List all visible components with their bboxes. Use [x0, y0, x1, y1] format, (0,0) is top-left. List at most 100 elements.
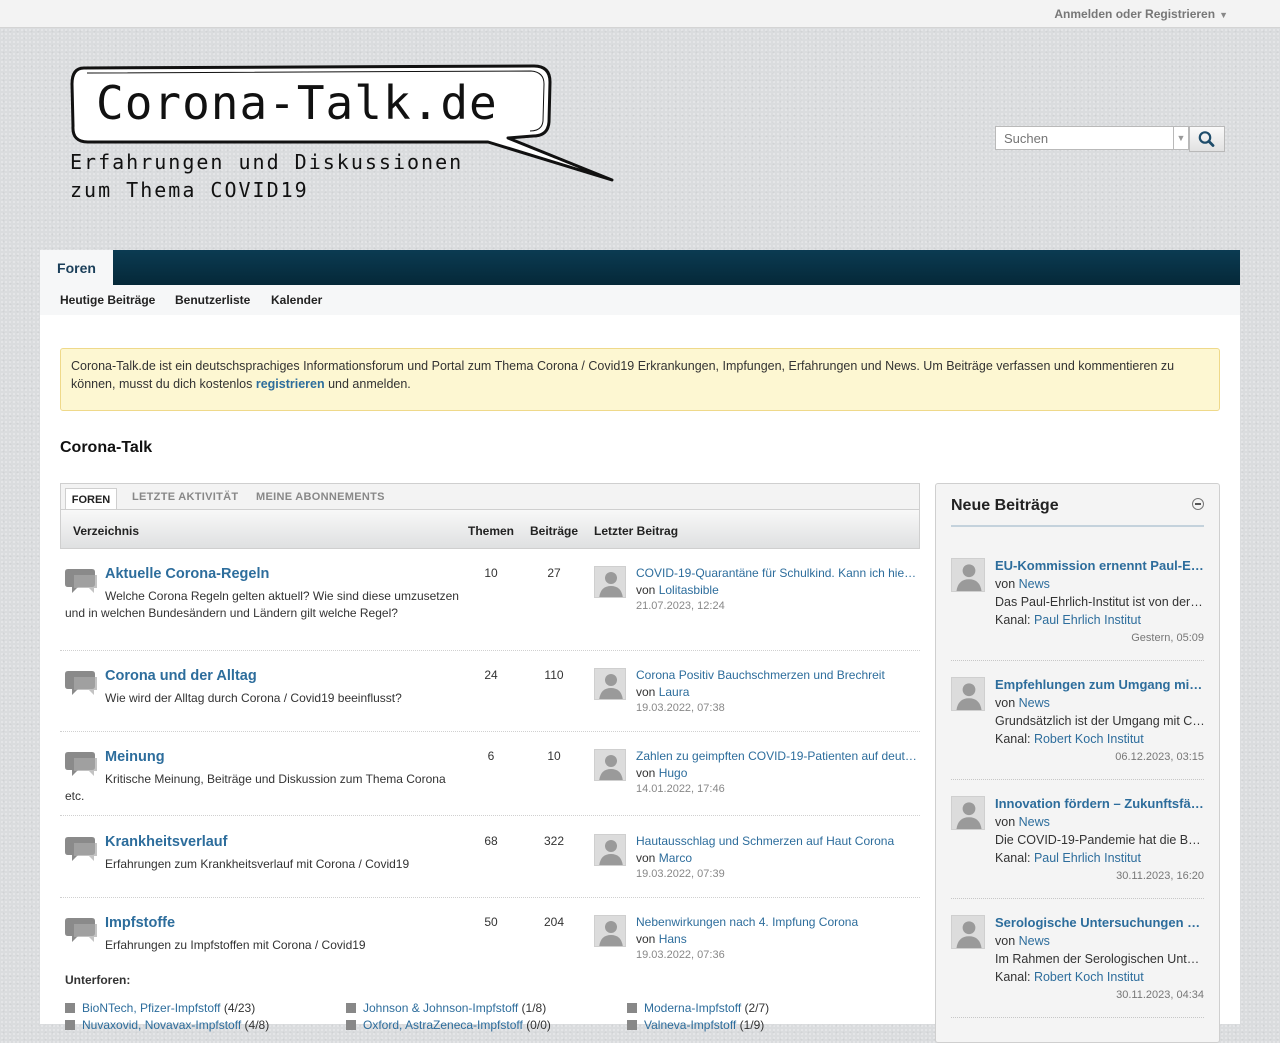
subforum-item[interactable]: Nuvaxovid, Novavax-Impfstoff (4/8) — [65, 1018, 269, 1032]
last-post-link[interactable]: Hautausschlag und Schmerzen auf Haut Cor… — [636, 834, 920, 848]
last-post-user-link[interactable]: Hans — [659, 932, 687, 946]
last-post-author: von Hans — [636, 932, 687, 946]
subforum-icon — [627, 1020, 637, 1030]
user-avatar-icon — [956, 921, 982, 948]
main-navbar: Foren — [40, 250, 1240, 285]
tab-my-subscriptions[interactable]: MEINE ABONNEMENTS — [256, 491, 385, 503]
search-box: ▼ — [995, 126, 1230, 152]
avatar[interactable] — [594, 668, 626, 700]
forum-title-link[interactable]: Impfstoffe — [105, 915, 175, 931]
chevron-down-icon: ▼ — [1219, 10, 1228, 20]
avatar[interactable] — [594, 834, 626, 866]
subforums-heading: Unterforen: — [65, 973, 131, 987]
new-post-user-link[interactable]: News — [1019, 815, 1050, 829]
new-post-user-link[interactable]: News — [1019, 696, 1050, 710]
tab-forums[interactable]: FOREN — [65, 488, 117, 510]
last-post-user-link[interactable]: Lolitasbible — [659, 583, 719, 597]
channel-link[interactable]: Robert Koch Institut — [1034, 732, 1144, 746]
new-post-title-link[interactable]: Innovation fördern – Zukunftsfähigkeit s… — [995, 796, 1205, 811]
new-post-channel: Kanal: Paul Ehrlich Institut — [995, 613, 1141, 627]
forum-thread-count: 24 — [484, 668, 498, 682]
forum-title-link[interactable]: Aktuelle Corona-Regeln — [105, 566, 269, 582]
subforum-icon — [65, 1020, 75, 1030]
search-button[interactable] — [1189, 126, 1225, 152]
user-avatar-icon — [599, 674, 623, 699]
user-avatar-icon — [956, 564, 982, 591]
forum-thread-count: 50 — [484, 915, 498, 929]
last-post-author: von Lolitasbible — [636, 583, 719, 597]
last-post-user-link[interactable]: Laura — [659, 685, 690, 699]
forum-row: Krankheitsverlauf Erfahrungen zum Krankh… — [60, 834, 920, 894]
new-post-excerpt: Die COVID-19-Pandemie hat die Bedeutung — [995, 833, 1205, 847]
subnav-todays-posts[interactable]: Heutige Beiträge — [60, 293, 155, 307]
subforum-icon — [627, 1003, 637, 1013]
user-avatar-icon — [956, 802, 982, 829]
new-post-channel: Kanal: Robert Koch Institut — [995, 732, 1144, 746]
main-content: Corona-Talk.de ist ein deutschsprachiges… — [40, 315, 1240, 1043]
subforum-item[interactable]: Johnson & Johnson-Impfstoff (1/8) — [346, 1001, 546, 1015]
avatar[interactable] — [594, 749, 626, 781]
subforum-icon — [65, 1003, 75, 1013]
channel-link[interactable]: Paul Ehrlich Institut — [1034, 613, 1141, 627]
avatar[interactable] — [951, 677, 985, 711]
collapse-icon[interactable] — [1192, 498, 1204, 510]
subnav-member-list[interactable]: Benutzerliste — [175, 293, 250, 307]
row-divider — [951, 660, 1204, 662]
search-options-dropdown[interactable]: ▼ — [1173, 126, 1189, 150]
forum-post-count: 10 — [547, 749, 561, 763]
list-item: EU-Kommission ernennt Paul-Ehrlich-Insti… — [951, 558, 1205, 648]
site-logo[interactable]: Corona-Talk.de Erfahrungen und Diskussio… — [68, 64, 616, 214]
tab-recent-activity[interactable]: LETZTE AKTIVITÄT — [132, 491, 238, 503]
subforum-item[interactable]: BioNTech, Pfizer-Impfstoff (4/23) — [65, 1001, 255, 1015]
avatar[interactable] — [951, 796, 985, 830]
list-item: Empfehlungen zum Umgang mit COVID-19 von… — [951, 677, 1205, 767]
new-post-title-link[interactable]: Serologische Untersuchungen von Blutspen… — [995, 915, 1205, 930]
new-post-date: 06.12.2023, 03:15 — [1115, 751, 1204, 763]
column-header-threads: Themen — [468, 524, 515, 538]
search-input[interactable] — [995, 126, 1173, 150]
avatar[interactable] — [594, 566, 626, 598]
last-post-date: 21.07.2023, 12:24 — [636, 600, 725, 612]
register-link[interactable]: registrieren — [256, 377, 325, 391]
forum-title-link[interactable]: Meinung — [105, 749, 165, 765]
forum-description: Erfahrungen zum Krankheitsverlauf mit Co… — [105, 857, 410, 871]
last-post-link[interactable]: Zahlen zu geimpften COVID-19-Patienten a… — [636, 749, 920, 763]
last-post-link[interactable]: Nebenwirkungen nach 4. Impfung Corona — [636, 915, 920, 929]
avatar[interactable] — [594, 915, 626, 947]
subforum-icon — [346, 1020, 356, 1030]
forum-table-header: Verzeichnis Themen Beiträge Letzter Beit… — [60, 509, 920, 549]
new-post-excerpt: Grundsätzlich ist der Umgang mit COVID-1… — [995, 714, 1205, 728]
tab-foren[interactable]: Foren — [40, 250, 113, 285]
list-item: Innovation fördern – Zukunftsfähigkeit s… — [951, 796, 1205, 886]
last-post-user-link[interactable]: Hugo — [659, 766, 688, 780]
login-register-link[interactable]: Anmelden oder Registrieren ▼ — [1054, 7, 1228, 21]
sidebar-title-underline — [951, 525, 1204, 527]
subforum-item[interactable]: Valneva-Impfstoff (1/9) — [627, 1018, 764, 1032]
new-post-user-link[interactable]: News — [1019, 934, 1050, 948]
forum-title-link[interactable]: Corona und der Alltag — [105, 668, 257, 684]
logo-subtitle: Erfahrungen und Diskussionen — [70, 150, 464, 174]
new-post-author: von News — [995, 696, 1050, 710]
last-post-date: 19.03.2022, 07:39 — [636, 868, 725, 880]
sub-navbar: Heutige Beiträge Benutzerliste Kalender — [40, 285, 1240, 316]
list-item: Serologische Untersuchungen von Blutspen… — [951, 915, 1205, 1005]
last-post-user-link[interactable]: Marco — [659, 851, 692, 865]
subforum-item[interactable]: Moderna-Impfstoff (2/7) — [627, 1001, 769, 1015]
subnav-calendar[interactable]: Kalender — [271, 293, 322, 307]
new-post-author: von News — [995, 815, 1050, 829]
avatar[interactable] — [951, 915, 985, 949]
avatar[interactable] — [951, 558, 985, 592]
forum-title-link[interactable]: Krankheitsverlauf — [105, 834, 228, 850]
channel-link[interactable]: Paul Ehrlich Institut — [1034, 851, 1141, 865]
last-post-link[interactable]: COVID-19-Quarantäne für Schulkind. Kann … — [636, 566, 920, 580]
new-post-date: 30.11.2023, 04:34 — [1116, 989, 1204, 1001]
new-post-user-link[interactable]: News — [1019, 577, 1050, 591]
new-post-title-link[interactable]: EU-Kommission ernennt Paul-Ehrlich-Insti… — [995, 558, 1205, 573]
last-post-date: 19.03.2022, 07:38 — [636, 702, 725, 714]
new-post-title-link[interactable]: Empfehlungen zum Umgang mit COVID-19 — [995, 677, 1205, 692]
forum-tabs: FOREN LETZTE AKTIVITÄT MEINE ABONNEMENTS — [60, 483, 920, 510]
page-title: Corona-Talk — [60, 439, 153, 456]
last-post-link[interactable]: Corona Positiv Bauchschmerzen und Brechr… — [636, 668, 920, 682]
subforum-item[interactable]: Oxford, AstraZeneca-Impfstoff (0/0) — [346, 1018, 551, 1032]
channel-link[interactable]: Robert Koch Institut — [1034, 970, 1144, 984]
